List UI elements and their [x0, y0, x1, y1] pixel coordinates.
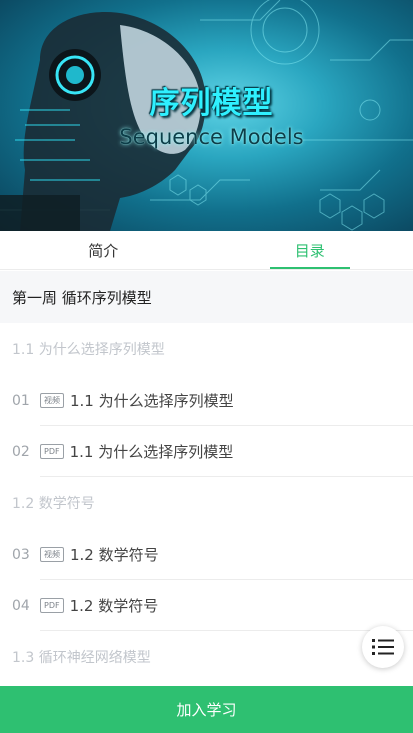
section-title: 1.3 循环神经网络模型 — [12, 650, 151, 666]
list-item[interactable]: 03 视频 1.2 数学符号 — [0, 529, 413, 580]
course-page: 序列模型 Sequence Models 简介 目录 第一周 循环序列模型 1.… — [0, 0, 413, 733]
week-title: 第一周 循环序列模型 — [0, 271, 413, 323]
video-badge: 视频 — [40, 393, 64, 408]
item-number: 02 — [12, 443, 30, 460]
pdf-badge: PDF — [40, 598, 64, 613]
banner-subtitle: Sequence Models — [119, 125, 304, 149]
tab-catalog[interactable]: 目录 — [207, 231, 413, 269]
item-number: 04 — [12, 597, 30, 614]
banner-title: 序列模型 — [149, 86, 274, 121]
list-item[interactable]: 04 PDF 1.2 数学符号 — [0, 580, 413, 631]
list-item[interactable]: 02 PDF 1.1 为什么选择序列模型 — [0, 426, 413, 477]
section-title: 1.1 为什么选择序列模型 — [12, 342, 165, 358]
course-tabs: 简介 目录 — [0, 231, 413, 270]
pdf-badge: PDF — [40, 444, 64, 459]
join-study-button[interactable]: 加入学习 — [0, 686, 413, 733]
list-item[interactable]: 01 视频 1.1 为什么选择序列模型 — [0, 375, 413, 426]
item-title: 1.2 数学符号 — [69, 597, 159, 615]
course-banner: 序列模型 Sequence Models — [0, 0, 413, 231]
item-title: 1.1 为什么选择序列模型 — [69, 443, 234, 461]
item-title: 1.2 数学符号 — [70, 546, 159, 564]
catalog-list: 1.1 为什么选择序列模型 01 视频 1.1 为什么选择序列模型 02 PDF… — [0, 323, 413, 683]
item-number: 03 — [12, 546, 30, 563]
item-number: 01 — [12, 392, 30, 409]
video-badge: 视频 — [40, 547, 64, 562]
item-title: 1.1 为什么选择序列模型 — [70, 392, 234, 410]
list-menu-icon — [372, 639, 394, 655]
section-title: 1.2 数学符号 — [12, 496, 95, 512]
catalog-menu-button[interactable] — [362, 626, 404, 668]
tab-intro[interactable]: 简介 — [0, 231, 207, 269]
